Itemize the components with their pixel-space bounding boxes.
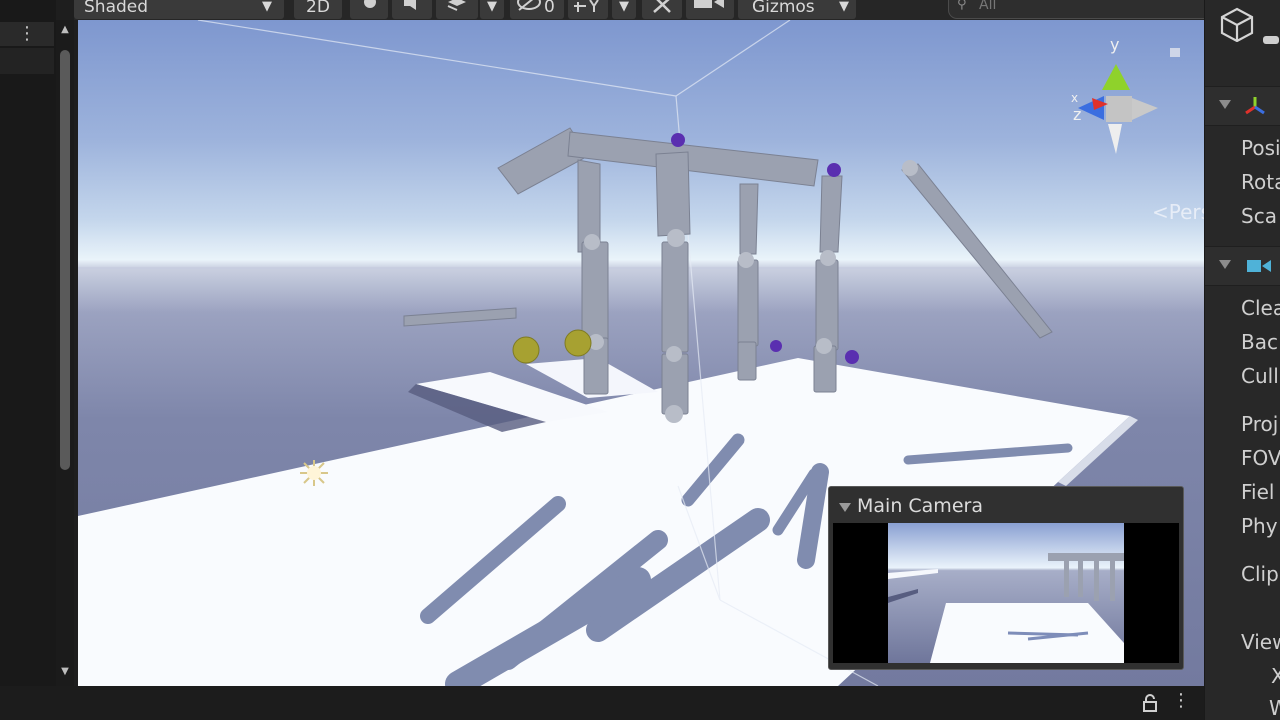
hidden-eye-icon — [517, 0, 541, 11]
projection-label: Persp — [1168, 200, 1204, 224]
layers-icon — [447, 0, 466, 11]
mode-2d-label: 2D — [306, 0, 330, 17]
background-label: Bac — [1241, 330, 1278, 354]
hierarchy-panel: ⋮ — [0, 0, 56, 686]
camera-icon — [694, 0, 724, 8]
camera-settings-button[interactable] — [686, 0, 734, 19]
viewport-x-label: X — [1271, 664, 1280, 688]
axis-x-label: x — [1071, 91, 1078, 105]
lightbulb-icon — [364, 0, 376, 8]
grid-snap-toggle[interactable] — [568, 0, 608, 19]
position-label: Posi — [1241, 136, 1280, 160]
axis-y-label: y — [1110, 35, 1119, 54]
foldout-triangle-icon[interactable] — [1219, 260, 1231, 269]
cube-icon — [1220, 7, 1254, 42]
camera-component-icon — [1247, 260, 1271, 272]
chevron-down-icon: ▼ — [262, 0, 272, 14]
rotation-label: Rota — [1241, 170, 1280, 194]
scroll-down-arrow-icon[interactable]: ▼ — [58, 666, 72, 677]
scroll-up-arrow-icon[interactable]: ▲ — [58, 24, 72, 35]
scene-toolbar: Shaded ▼ 2D ▼ 0 ▼ Gizmos ▼ ⚲ All — [74, 0, 1276, 20]
speaker-icon — [404, 0, 416, 10]
kebab-menu-icon[interactable]: ⋮ — [1172, 690, 1190, 711]
foldout-triangle-icon[interactable] — [1219, 100, 1231, 109]
axis-z-label: z — [1073, 105, 1081, 124]
shading-mode-label: Shaded — [84, 0, 149, 17]
hierarchy-scrollbar[interactable]: ▲ ▼ — [56, 20, 74, 686]
scale-label: Sca — [1241, 204, 1277, 228]
projection-toggle[interactable]: <Persp — [1152, 200, 1204, 224]
shading-mode-dropdown[interactable]: Shaded ▼ — [74, 0, 284, 19]
projection-arrow-icon: < — [1152, 200, 1169, 224]
hierarchy-row[interactable] — [0, 48, 54, 74]
projection-label: Proj — [1241, 412, 1279, 436]
hidden-object-count: 0 — [544, 0, 555, 17]
field-of-view-label: Fiel — [1241, 480, 1275, 504]
camera-preview-window[interactable]: Main Camera — [828, 486, 1184, 670]
tools-icon — [653, 0, 671, 13]
scrollbar-thumb[interactable] — [60, 50, 70, 470]
grid-axis-icon — [574, 0, 599, 12]
transform-icon — [1245, 97, 1265, 115]
clear-flags-label: Clea — [1241, 296, 1280, 320]
grid-dropdown-chevron-icon[interactable]: ▼ — [612, 0, 636, 19]
audio-toggle[interactable] — [392, 0, 432, 19]
gizmos-dropdown-chevron-icon[interactable]: ▼ — [832, 0, 856, 19]
inspector-panel: Posi Rota Sca Clea Bac Cull Proj FOV Fie… — [1204, 0, 1280, 720]
collapse-triangle-icon[interactable] — [839, 503, 851, 512]
lighting-toggle[interactable] — [350, 0, 388, 19]
lock-icon — [1170, 48, 1180, 57]
gizmos-label: Gizmos — [752, 0, 815, 17]
camera-preview-title: Main Camera — [857, 495, 983, 517]
toggle-2d-button[interactable]: 2D — [294, 0, 342, 19]
culling-mask-label: Cull — [1241, 364, 1279, 388]
tools-toggle[interactable] — [642, 0, 682, 19]
lock-icon[interactable] — [1142, 694, 1158, 712]
effects-toggle[interactable] — [436, 0, 478, 19]
effects-dropdown-chevron-icon[interactable]: ▼ — [480, 0, 504, 19]
transform-component-header[interactable] — [1205, 86, 1280, 126]
viewport-rect-label: View — [1241, 630, 1280, 654]
bottom-status-bar: ⋮ — [0, 686, 1204, 720]
fov-axis-label: FOV — [1241, 446, 1280, 470]
camera-preview-render — [833, 523, 1179, 663]
panel-kebab-icon[interactable]: ⋮ — [0, 22, 54, 46]
search-placeholder: All — [979, 0, 997, 13]
camera-component-header[interactable] — [1205, 246, 1280, 286]
inspector-toggle[interactable] — [1263, 36, 1279, 44]
clipping-planes-label: Clip — [1241, 562, 1279, 586]
physical-camera-label: Phy — [1241, 514, 1278, 538]
scene-visibility-toggle[interactable]: 0 — [510, 0, 564, 19]
viewport-w-label: W — [1269, 696, 1280, 720]
search-icon: ⚲ — [957, 0, 967, 12]
